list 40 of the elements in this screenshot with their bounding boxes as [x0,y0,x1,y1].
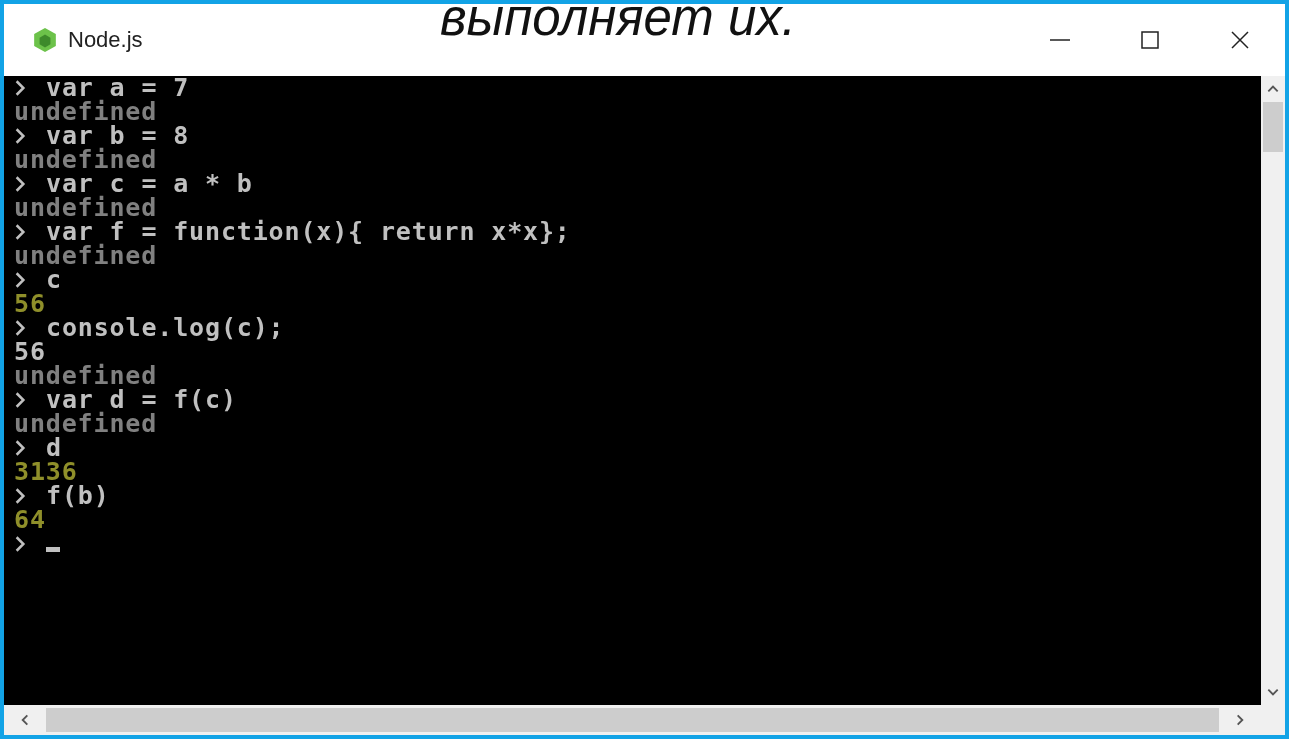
scroll-thumb[interactable] [1263,102,1283,152]
prompt-chevron-icon [14,175,26,193]
maximize-icon [1140,30,1160,50]
vertical-scrollbar[interactable] [1261,76,1285,705]
close-icon [1230,30,1250,50]
command-text: var d = f(c) [46,388,237,412]
output-text: 3136 [14,460,78,484]
output-text: 56 [14,292,46,316]
output-text: undefined [14,364,158,388]
slide-caption: выполняет их. [440,4,796,46]
prompt-chevron-icon [14,319,26,337]
prompt-chevron-icon [14,535,26,553]
prompt-chevron-icon [14,487,26,505]
output-text: undefined [14,148,158,172]
command-text: f(b) [46,484,110,508]
command-text: console.log(c); [46,316,285,340]
command-text: var a = 7 [46,76,190,100]
text-cursor [46,546,60,552]
output-text: 64 [14,508,46,532]
output-text: undefined [14,100,158,124]
prompt-chevron-icon [14,391,26,409]
output-text: 56 [14,340,46,364]
command-text: c [46,268,62,292]
output-text: undefined [14,244,158,268]
output-text: undefined [14,412,158,436]
command-text: var f = function(x){ return x*x}; [46,220,571,244]
command-text: var b = 8 [46,124,190,148]
scroll-thumb[interactable] [46,708,1219,732]
output-text: undefined [14,196,158,220]
command-text: var c = a * b [46,172,253,196]
prompt-chevron-icon [14,79,26,97]
horizontal-scrollbar[interactable] [4,705,1285,735]
prompt-chevron-icon [14,271,26,289]
hexagon-logo-icon [32,27,58,53]
prompt-chevron-icon [14,127,26,145]
prompt-chevron-icon [14,223,26,241]
window-title: Node.js [68,27,143,53]
command-text: d [46,436,62,460]
prompt-chevron-icon [14,439,26,457]
minimize-icon [1050,39,1070,41]
